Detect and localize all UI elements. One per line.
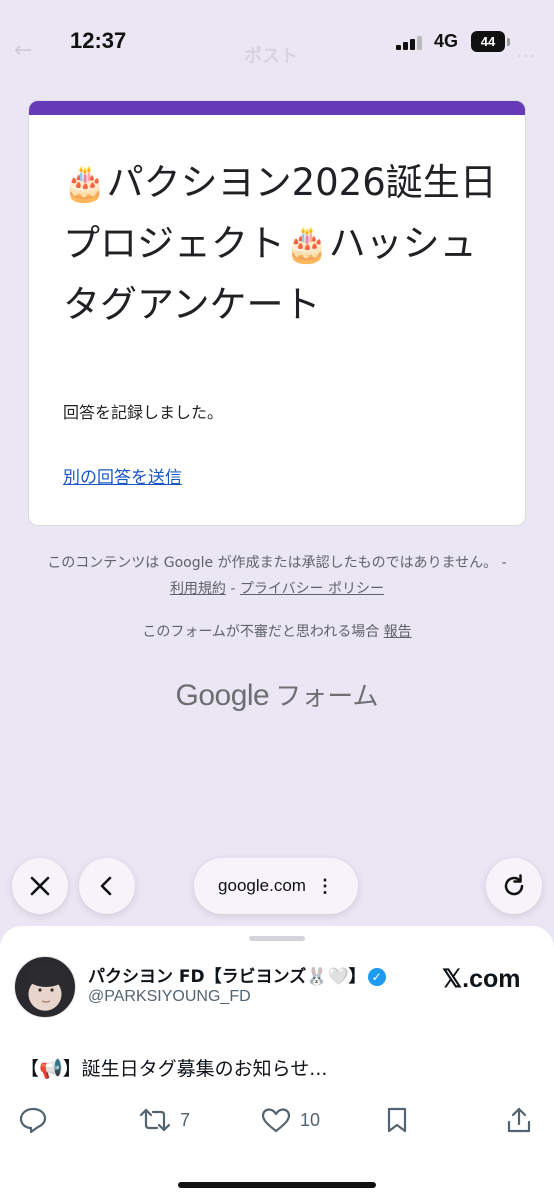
disclaimer-text: このコンテンツは Google が作成または承認したものではありません。 - xyxy=(47,555,507,571)
cake-icon: 🎂 xyxy=(285,225,329,265)
back-button[interactable] xyxy=(79,858,135,914)
avatar-face-icon xyxy=(26,963,66,1003)
cake-icon: 🎂 xyxy=(63,164,107,204)
verified-badge-icon: ✓ xyxy=(367,968,386,986)
report-text: このフォームが不審だと思われる場合 xyxy=(142,624,384,640)
google-disclaimer: このコンテンツは Google が作成または承認したものではありません。 - 利… xyxy=(40,550,514,602)
author-handle[interactable]: @PARKSIYOUNG_FD xyxy=(88,988,251,1006)
share-icon xyxy=(507,1107,531,1133)
sheet-grabber[interactable] xyxy=(249,936,305,941)
bookmark-icon xyxy=(387,1107,407,1133)
google-forms-logo: Google フォーム xyxy=(0,676,554,713)
reply-icon xyxy=(19,1107,47,1134)
faded-back-arrow-icon: ← xyxy=(14,38,33,63)
like-button[interactable]: 10 xyxy=(260,1106,320,1134)
repost-count: 7 xyxy=(180,1109,191,1130)
back-chevron-icon xyxy=(100,876,112,896)
url-bar[interactable]: google.com ⋮ xyxy=(194,858,358,914)
form-confirmation-card: 🎂パクシヨン2026誕生日プロジェクト🎂ハッシュタグアンケート 回答を記録しまし… xyxy=(28,100,526,526)
faded-more-icon: … xyxy=(516,38,536,62)
post-bottom-sheet[interactable]: パクシヨン FD【ラビヨンズ🐰🤍】 ✓ @PARKSIYOUNG_FD 𝕏.com… xyxy=(0,926,554,1200)
close-button[interactable] xyxy=(12,858,68,914)
status-bar: ← ポスト … 12:37 4G 44 xyxy=(0,0,554,80)
network-label: 4G xyxy=(434,31,459,51)
reply-button[interactable] xyxy=(18,1106,48,1134)
more-vertical-icon[interactable]: ⋮ xyxy=(316,876,334,897)
battery-icon: 44 xyxy=(471,31,505,52)
close-icon xyxy=(30,876,50,896)
share-button[interactable] xyxy=(506,1106,532,1134)
heart-icon xyxy=(261,1108,291,1133)
terms-link[interactable]: 利用規約 xyxy=(170,581,226,597)
repost-button[interactable]: 7 xyxy=(138,1106,190,1134)
report-link[interactable]: 報告 xyxy=(384,624,412,640)
avatar[interactable] xyxy=(14,956,76,1018)
author-name-text: パクシヨン FD【ラビヨンズ🐰🤍】 xyxy=(88,967,366,987)
reload-icon xyxy=(504,874,524,896)
repost-icon xyxy=(139,1108,171,1132)
home-indicator[interactable] xyxy=(178,1182,376,1188)
like-count: 10 xyxy=(300,1109,321,1130)
post-text[interactable]: 【📢】誕生日タグ募集のお知らせ... xyxy=(20,1054,327,1081)
response-recorded-message: 回答を記録しました。 xyxy=(63,403,224,422)
bookmark-button[interactable] xyxy=(384,1106,410,1134)
reload-button[interactable] xyxy=(486,858,542,914)
status-time: 12:37 xyxy=(70,28,127,53)
report-abuse-line: このフォームが不審だと思われる場合 報告 xyxy=(40,621,514,641)
footer-separator: - xyxy=(225,581,240,597)
form-accent-bar xyxy=(29,101,525,115)
x-com-label[interactable]: 𝕏.com xyxy=(442,964,521,994)
author-name[interactable]: パクシヨン FD【ラビヨンズ🐰🤍】 ✓ xyxy=(88,962,386,987)
form-title: 🎂パクシヨン2026誕生日プロジェクト🎂ハッシュタグアンケート xyxy=(63,153,503,335)
faded-page-title: ポスト xyxy=(244,46,298,67)
url-text: google.com xyxy=(218,876,306,895)
privacy-policy-link[interactable]: プライバシー ポリシー xyxy=(240,581,384,597)
signal-icon xyxy=(396,36,424,50)
battery-cap xyxy=(507,38,510,46)
forms-wordmark: フォーム xyxy=(275,682,379,712)
submit-another-response-link[interactable]: 別の回答を送信 xyxy=(63,463,182,488)
google-wordmark: Google xyxy=(175,679,270,712)
